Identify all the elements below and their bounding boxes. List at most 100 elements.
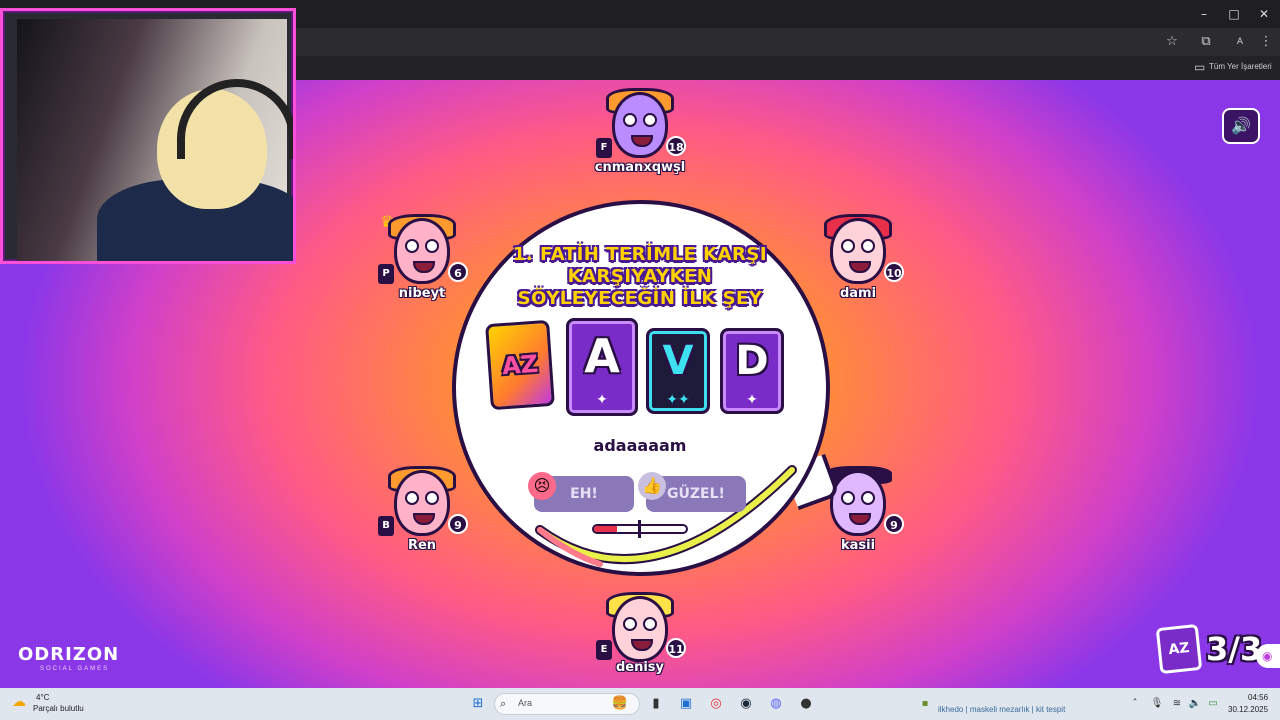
player-slot-top-right: 10 dami [808, 214, 908, 318]
wifi-icon[interactable]: ≋ [1170, 697, 1184, 711]
profile-icon[interactable]: A [1232, 34, 1248, 50]
burger-widget-icon[interactable]: 🍔 [610, 694, 630, 714]
letter-card-d[interactable]: D ✦ [720, 328, 784, 414]
player-score: 6 [448, 262, 468, 282]
avatar-eye [861, 491, 875, 505]
player-slot-bottom-left: B 9 Ren [372, 466, 472, 570]
player-badge: P [378, 264, 394, 284]
close-button[interactable]: ✕ [1256, 6, 1272, 22]
round-counter: 3/3 [1206, 630, 1263, 668]
avatar-mouth [413, 261, 435, 273]
avatar-mouth [849, 261, 871, 273]
player-name: denisy [615, 660, 665, 675]
search-icon: ⌕ [500, 697, 507, 710]
minimize-button[interactable]: – [1196, 6, 1212, 22]
windows-start-icon[interactable]: ⊞ [468, 694, 488, 714]
letter-card-shuffle[interactable]: AZ [485, 319, 555, 411]
player-avatar [612, 596, 668, 662]
taskbar-search-label: Ara [518, 698, 533, 708]
avatar-mouth [631, 135, 653, 147]
player-slot-top: F 18 cnmanxqwşl [590, 88, 690, 192]
avatar-eye [841, 239, 855, 253]
tray-app-icon[interactable]: ▪ [918, 697, 932, 711]
extensions-icon[interactable]: ⧉ [1198, 34, 1214, 50]
avatar-eye [861, 239, 875, 253]
odrizon-logo: ODRIZON [18, 644, 120, 665]
player-name: kasii [840, 538, 876, 553]
player-avatar [612, 92, 668, 158]
all-bookmarks-link[interactable]: Tüm Yer İşaretleri [1209, 62, 1272, 71]
sparkle-icon: ✦✦ [666, 392, 690, 408]
player-badge: B [378, 516, 394, 536]
sparkle-icon: ✦ [596, 392, 608, 408]
player-slot-bottom: E 11 denisy [590, 592, 690, 696]
microphone-icon[interactable]: 🎙 [1150, 697, 1164, 711]
card-letter: D [735, 338, 769, 384]
player-name: cnmanxqwşl [594, 160, 686, 175]
clock-time[interactable]: 04:56 [1248, 693, 1268, 702]
sparkle-icon: ✦ [746, 392, 758, 408]
vote-meter-marker [638, 520, 641, 538]
avatar-eye [643, 113, 657, 127]
player-avatar [830, 470, 886, 536]
volume-icon[interactable]: 🔈 [1188, 697, 1202, 711]
weather-icon[interactable]: ☁ [12, 694, 26, 710]
odrizon-logo-subtitle: SOCIAL GAMES [40, 666, 110, 672]
round-card-icon: AZ [1155, 623, 1203, 675]
obs-icon[interactable]: ● [796, 694, 816, 714]
player-score: 9 [448, 514, 468, 534]
tray-overflow-icon[interactable]: ˄ [1128, 697, 1142, 711]
folder-icon: ▭ [1194, 60, 1206, 74]
avatar-eye [643, 617, 657, 631]
player-badge: F [596, 138, 612, 158]
weather-description[interactable]: Parçalı bulutlu [33, 704, 84, 713]
angry-face-icon: 😣 [528, 472, 556, 500]
player-avatar [830, 218, 886, 284]
sound-toggle-button[interactable]: 🔊 [1222, 108, 1260, 144]
answer-text: adaaaaam [593, 436, 687, 455]
player-badge: E [596, 640, 612, 660]
battery-icon[interactable]: ▭ [1206, 697, 1220, 711]
player-avatar [394, 470, 450, 536]
avatar-eye [425, 239, 439, 253]
star-icon[interactable]: ☆ [1164, 34, 1180, 50]
player-score: 9 [884, 514, 904, 534]
chrome-icon[interactable]: ◎ [706, 694, 726, 714]
task-view-icon[interactable]: ▮ [646, 694, 666, 714]
avatar-eye [405, 491, 419, 505]
menu-icon[interactable]: ⋮ [1258, 34, 1274, 50]
avatar-eye [425, 491, 439, 505]
avatar-eye [405, 239, 419, 253]
clock-date[interactable]: 30.12.2025 [1228, 705, 1268, 714]
weather-temperature[interactable]: 4°C [36, 693, 49, 702]
player-avatar [394, 218, 450, 284]
discord-icon[interactable]: ◍ [766, 694, 786, 714]
thumbs-up-icon: 👍 [638, 472, 666, 500]
avatar-eye [623, 617, 637, 631]
avatar-mouth [849, 513, 871, 525]
player-score: 18 [666, 136, 686, 156]
player-score: 11 [666, 638, 686, 658]
card-letter: AZ [501, 349, 539, 381]
avatar-eye [623, 113, 637, 127]
player-name: dami [839, 286, 877, 301]
steam-icon[interactable]: ◉ [736, 694, 756, 714]
player-slot-top-left: ♛ P 6 nibeyt [372, 212, 472, 318]
maximize-button[interactable]: □ [1226, 6, 1242, 22]
card-letter: V [662, 338, 694, 384]
card-letter: A [584, 329, 620, 383]
avatar-mouth [413, 513, 435, 525]
letter-card-a[interactable]: A ✦ [566, 318, 638, 416]
windows-taskbar [0, 688, 1280, 720]
webcam-overlay [0, 8, 296, 264]
webcam-feed [17, 19, 293, 261]
player-score: 10 [884, 262, 904, 282]
store-icon[interactable]: ▣ [676, 694, 696, 714]
letter-card-v[interactable]: V ✦✦ [646, 328, 710, 414]
tray-media-text[interactable]: ilkhedo | maskeli mezarlık | kit tespit [938, 705, 1065, 714]
player-name: Ren [407, 538, 437, 553]
avatar-mouth [631, 639, 653, 651]
chat-bubble-icon[interactable]: ◉ [1256, 644, 1280, 668]
player-name: nibeyt [398, 286, 446, 301]
question-text: 1. FATİH TERİMLE KARŞI KARŞIYAYKEN SÖYLE… [512, 244, 768, 309]
